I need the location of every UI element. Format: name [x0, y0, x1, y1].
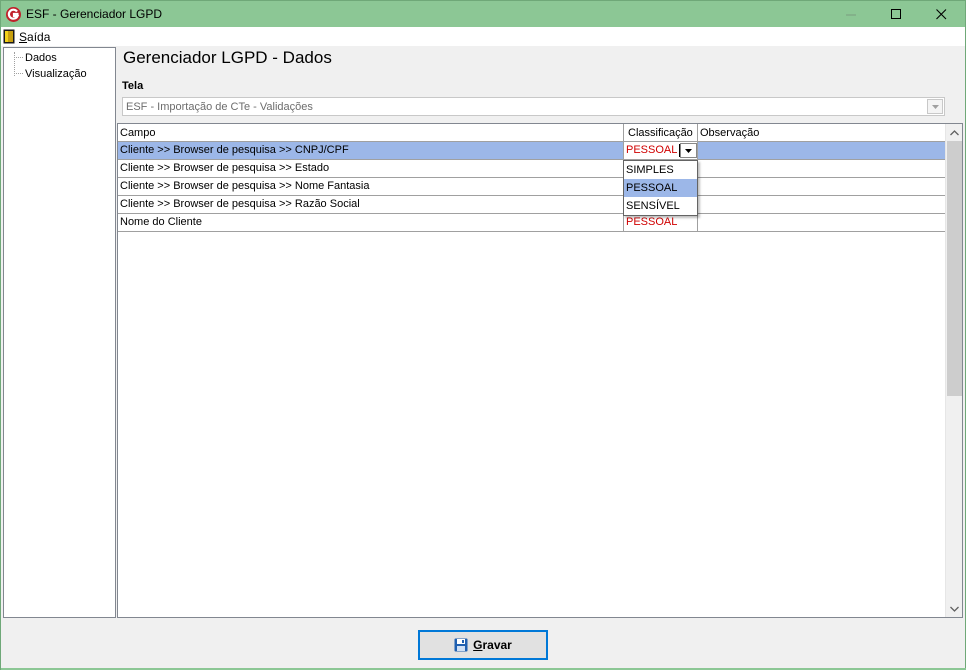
fields-grid: Campo Classificação Observação Cliente >… — [117, 123, 963, 618]
tela-select-value: ESF - Importação de CTe - Validações — [126, 101, 313, 113]
cell-campo: Nome do Cliente — [118, 214, 624, 231]
cell-campo: Cliente >> Browser de pesquisa >> CNPJ/C… — [118, 142, 624, 159]
tela-label: Tela — [122, 80, 144, 92]
dropdown-option-pessoal[interactable]: PESSOAL — [624, 179, 697, 197]
cell-observacao[interactable] — [698, 214, 946, 231]
navigation-tree: Dados Visualização — [3, 47, 116, 618]
app-window: ESF - Gerenciador LGPD Saída Dados Visua… — [0, 0, 966, 670]
table-row[interactable]: Cliente >> Browser de pesquisa >> Estado — [118, 160, 946, 178]
table-row[interactable]: Cliente >> Browser de pesquisa >> Nome F… — [118, 178, 946, 196]
menu-item-saida[interactable]: Saída — [3, 28, 50, 45]
cell-observacao[interactable] — [698, 160, 946, 177]
chevron-down-icon — [950, 606, 959, 612]
column-header-campo[interactable]: Campo — [118, 124, 624, 142]
maximize-icon — [891, 9, 901, 19]
cell-campo: Cliente >> Browser de pesquisa >> Estado — [118, 160, 624, 177]
vertical-scrollbar[interactable] — [945, 124, 962, 617]
scroll-up-button[interactable] — [946, 124, 963, 141]
chevron-down-icon — [685, 149, 692, 153]
cell-observacao[interactable] — [698, 196, 946, 213]
minimize-button[interactable] — [829, 1, 874, 27]
table-row[interactable]: Nome do Cliente PESSOAL — [118, 214, 946, 232]
classification-dropdown-button[interactable] — [680, 143, 697, 158]
cell-observacao[interactable] — [698, 142, 946, 159]
minimize-icon — [846, 14, 856, 16]
app-logo-icon — [6, 7, 21, 22]
tree-connector — [14, 57, 23, 58]
cell-classificacao: PESSOAL — [626, 144, 678, 156]
title-bar[interactable]: ESF - Gerenciador LGPD — [1, 1, 965, 27]
close-icon — [936, 9, 947, 20]
dropdown-option-simples[interactable]: SIMPLES — [624, 161, 697, 179]
chevron-up-icon — [950, 130, 959, 136]
page-title: Gerenciador LGPD - Dados — [123, 48, 332, 67]
classification-dropdown-list: SIMPLES PESSOAL SENSÍVEL — [623, 160, 698, 216]
tela-select-dropdown-button[interactable] — [927, 99, 943, 114]
close-button[interactable] — [919, 1, 964, 27]
column-header-classificacao[interactable]: Classificação — [624, 124, 698, 142]
window-title: ESF - Gerenciador LGPD — [26, 7, 163, 21]
tree-connector — [14, 73, 23, 74]
scroll-thumb[interactable] — [947, 141, 962, 396]
tela-select[interactable]: ESF - Importação de CTe - Validações — [122, 97, 945, 116]
grid-header: Campo Classificação Observação — [118, 124, 946, 142]
maximize-button[interactable] — [874, 1, 919, 27]
menu-bar: Saída — [1, 27, 965, 46]
cell-observacao[interactable] — [698, 178, 946, 195]
tree-item-dados[interactable]: Dados — [25, 50, 57, 65]
cell-campo: Cliente >> Browser de pesquisa >> Razão … — [118, 196, 624, 213]
menu-item-saida-label: Saída — [19, 29, 51, 44]
column-header-observacao[interactable]: Observação — [698, 124, 946, 142]
save-button[interactable]: Gravar — [418, 630, 548, 660]
floppy-disk-icon — [454, 638, 468, 652]
table-row[interactable]: Cliente >> Browser de pesquisa >> Razão … — [118, 196, 946, 214]
cell-campo: Cliente >> Browser de pesquisa >> Nome F… — [118, 178, 624, 195]
exit-door-icon — [3, 29, 15, 44]
tree-item-visualizacao[interactable]: Visualização — [25, 66, 87, 81]
scroll-down-button[interactable] — [946, 600, 963, 617]
table-row[interactable]: Cliente >> Browser de pesquisa >> CNPJ/C… — [118, 142, 946, 160]
dropdown-option-sensivel[interactable]: SENSÍVEL — [624, 197, 697, 215]
save-button-label: Gravar — [473, 638, 512, 652]
cell-classificacao[interactable]: PESSOAL — [624, 214, 698, 231]
chevron-down-icon — [932, 105, 939, 109]
